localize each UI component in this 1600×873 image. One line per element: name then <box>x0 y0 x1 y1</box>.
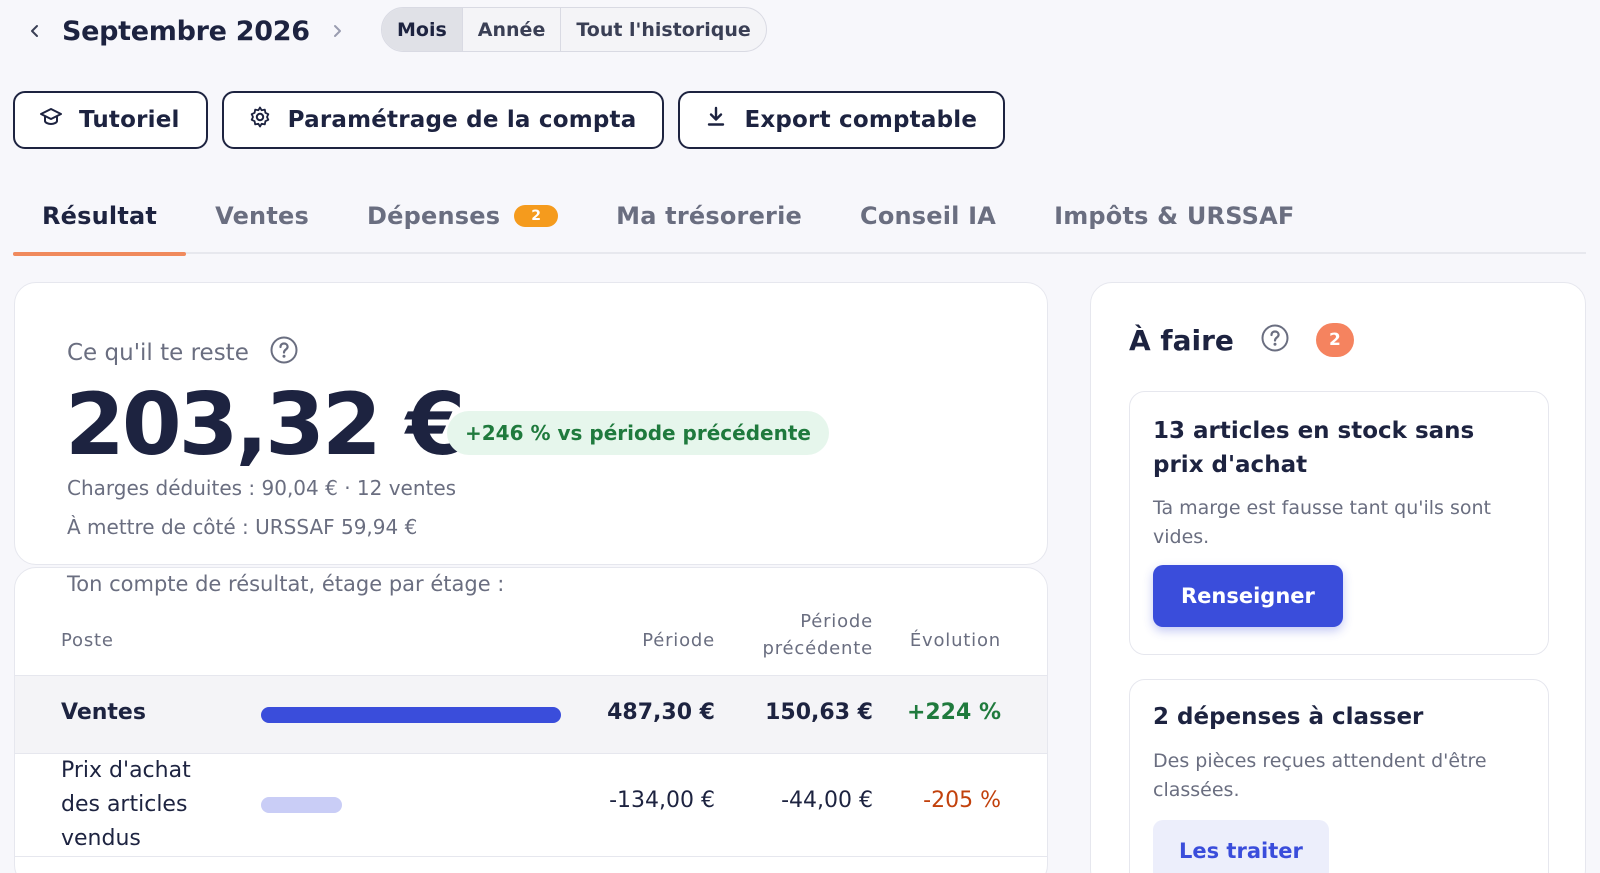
tab-label: Impôts & URSSAF <box>1054 202 1295 230</box>
todo-item: 13 articles en stock sans prix d'achat T… <box>1129 391 1549 655</box>
parametrage-button[interactable]: Paramétrage de la compta <box>221 91 665 149</box>
row-evolution: +224 % <box>906 700 1001 725</box>
todo-item-desc: Ta marge est fausse tant qu'ils sont vid… <box>1153 497 1492 548</box>
renseigner-button[interactable]: Renseigner <box>1153 565 1343 627</box>
todo-count-badge: 2 <box>1315 323 1354 357</box>
result-summary-card: Ce qu'il te reste 203,32 € +246 % vs pér… <box>14 282 1048 565</box>
result-label: Ce qu'il te reste <box>67 340 249 366</box>
segment-historique[interactable]: Tout l'historique <box>561 8 765 51</box>
period-title: Septembre 2026 <box>62 15 310 47</box>
depenses-count-badge: 2 <box>514 205 559 227</box>
tab-label: Dépenses <box>366 202 501 230</box>
period-segmented-control: Mois Année Tout l'historique <box>381 7 767 52</box>
tab-ventes[interactable]: Ventes <box>186 178 338 254</box>
row-poste: Prix d'achat des articles vendus <box>61 758 191 851</box>
export-label: Export comptable <box>744 107 978 133</box>
income-statement-card: Ton compte de résultat, étage par étage … <box>14 567 1048 873</box>
result-label-row: Ce qu'il te reste <box>67 335 299 371</box>
row-periode: -134,00 € <box>609 788 715 813</box>
table-intro: Ton compte de résultat, étage par étage … <box>67 572 505 596</box>
chevron-right-icon[interactable] <box>324 18 350 44</box>
row-bar <box>261 797 342 813</box>
remaining-amount: 203,32 € <box>65 375 466 475</box>
col-header-precedente: Période précédente <box>762 611 873 659</box>
todo-item-title: 13 articles en stock sans prix d'achat <box>1153 418 1475 478</box>
row-poste: Ventes <box>61 700 146 725</box>
export-button[interactable]: Export comptable <box>678 91 1006 149</box>
row-bar <box>261 707 561 723</box>
tab-conseil-ia[interactable]: Conseil IA <box>831 178 1025 254</box>
tab-impots-urssaf[interactable]: Impôts & URSSAF <box>1025 178 1323 254</box>
download-icon <box>704 105 728 135</box>
row-precedente: -44,00 € <box>781 788 873 813</box>
urssaf-aside-line: À mettre de côté : URSSAF 59,94 € <box>67 515 418 539</box>
question-circle-icon[interactable] <box>1260 323 1290 357</box>
tab-label: Ventes <box>215 202 309 230</box>
tab-tresorerie[interactable]: Ma trésorerie <box>587 178 831 254</box>
chevron-left-icon[interactable] <box>22 18 48 44</box>
les-traiter-button[interactable]: Les traiter <box>1153 820 1329 873</box>
action-toolbar: Tutoriel Paramétrage de la compta Export… <box>13 91 1006 149</box>
evolution-badge: +246 % vs période précédente <box>447 411 829 455</box>
col-header-periode: Période <box>642 630 715 651</box>
tab-resultat[interactable]: Résultat <box>13 178 187 256</box>
tab-label: Conseil IA <box>860 202 997 230</box>
todo-item-title: 2 dépenses à classer <box>1153 704 1424 730</box>
todo-header: À faire 2 <box>1129 323 1354 357</box>
todo-title: À faire <box>1129 323 1234 357</box>
tutoriel-button[interactable]: Tutoriel <box>13 91 208 149</box>
table-row[interactable]: Prix d'achat des articles vendus -134,00… <box>15 753 1047 857</box>
table-row[interactable]: Ventes 487,30 € 150,63 € +224 % <box>15 675 1047 753</box>
charges-line: Charges déduites : 90,04 € · 12 ventes <box>67 476 457 500</box>
gear-icon <box>248 105 272 135</box>
period-navigator: Septembre 2026 <box>22 8 350 54</box>
tutoriel-label: Tutoriel <box>79 107 180 133</box>
row-precedente: 150,63 € <box>765 700 873 725</box>
segment-mois[interactable]: Mois <box>382 8 463 51</box>
tab-label: Ma trésorerie <box>616 202 802 230</box>
table-header: Poste Période Période précédente Évoluti… <box>15 608 1047 676</box>
todo-item-desc: Des pièces reçues attendent d'être class… <box>1153 750 1487 801</box>
question-circle-icon[interactable] <box>269 335 299 371</box>
tab-bar: Résultat Ventes Dépenses 2 Ma trésorerie … <box>13 178 1586 256</box>
todo-item: 2 dépenses à classer Des pièces reçues a… <box>1129 679 1549 873</box>
tab-label: Résultat <box>42 202 158 230</box>
segment-annee[interactable]: Année <box>463 8 562 51</box>
todo-card: À faire 2 13 articles en stock sans prix… <box>1090 282 1586 873</box>
col-header-evolution: Évolution <box>909 630 1001 651</box>
graduation-cap-icon <box>39 105 63 135</box>
row-evolution: -205 % <box>923 788 1001 813</box>
parametrage-label: Paramétrage de la compta <box>287 107 637 133</box>
row-periode: 487,30 € <box>607 700 715 725</box>
tab-depenses[interactable]: Dépenses 2 <box>338 178 587 254</box>
col-header-poste: Poste <box>61 630 114 651</box>
